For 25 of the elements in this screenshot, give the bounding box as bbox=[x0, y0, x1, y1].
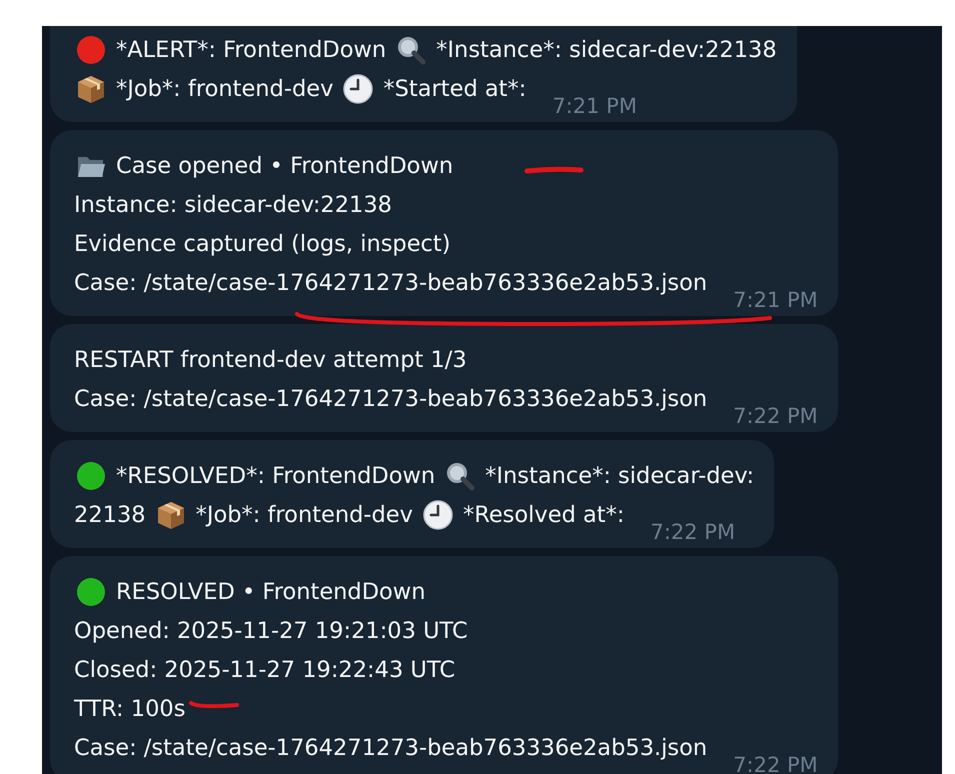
message-text: Closed: 2025-11-27 19:22:43 UTC bbox=[74, 656, 456, 682]
message-text: *Job*: frontend-dev bbox=[196, 502, 413, 528]
message-text: Case: /state/case-1764271273-beab763336e2ab53.json bbox=[74, 270, 708, 296]
message-text: *RESOLVED*: FrontendDown bbox=[116, 462, 436, 488]
message-time: 7:21 PM bbox=[552, 94, 637, 118]
message-text: *Started at*: bbox=[383, 76, 526, 102]
message-time: 7:22 PM bbox=[733, 753, 818, 774]
message-text: *Instance*: sidecar-dev: bbox=[485, 462, 754, 488]
message-text: Evidence captured (logs, inspect) bbox=[74, 230, 451, 256]
message-time: 7:22 PM bbox=[733, 404, 818, 428]
message-text: 22138 bbox=[74, 502, 146, 528]
message-text: RESTART frontend-dev attempt 1/3 bbox=[74, 346, 467, 372]
message-text: Case: /state/case-1764271273-beab763336e2ab53.json bbox=[74, 734, 708, 760]
message-text: *Resolved at*: bbox=[462, 502, 624, 528]
message-text: Case: /state/case-1764271273-beab763336e2ab53.json bbox=[74, 386, 708, 412]
message-text: Opened: 2025-11-27 19:21:03 UTC bbox=[74, 618, 468, 644]
message-text: TTR: 100s bbox=[74, 696, 186, 722]
message-time: 7:21 PM bbox=[733, 288, 818, 312]
message-text: *Instance*: sidecar-dev:22138 bbox=[436, 36, 777, 62]
message-time: 7:22 PM bbox=[650, 520, 736, 544]
message-text: *Job*: frontend-dev bbox=[116, 76, 334, 102]
message-text: RESOLVED • FrontendDown bbox=[116, 578, 426, 604]
message-text: Case opened • FrontendDown bbox=[116, 152, 454, 178]
message-text: *ALERT*: FrontendDown bbox=[116, 36, 386, 62]
message-text: Instance: sidecar-dev:22138 bbox=[74, 192, 392, 218]
